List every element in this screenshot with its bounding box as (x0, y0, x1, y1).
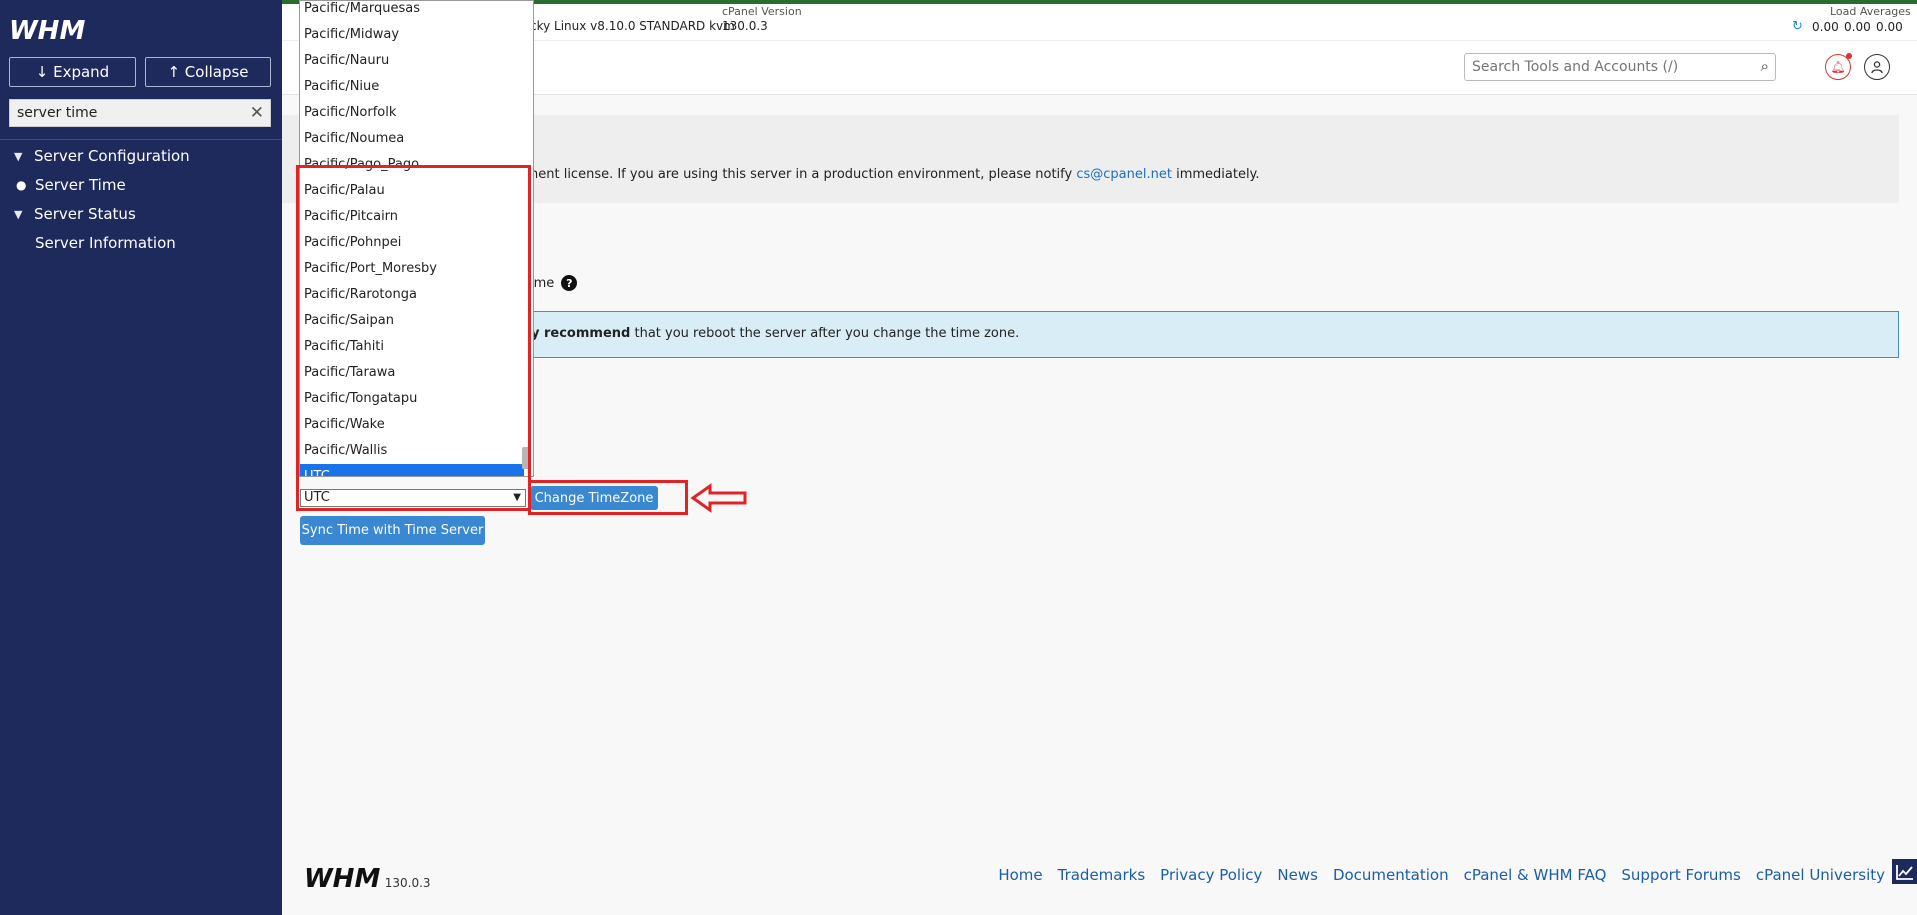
collapse-label: Collapse (184, 63, 249, 81)
footer-links: Home Trademarks Privacy Policy News Docu… (998, 866, 1885, 884)
load-average-5: 0.00 (1844, 20, 1871, 34)
load-average-15: 0.00 (1876, 20, 1903, 34)
footer-link-news[interactable]: News (1277, 866, 1318, 884)
timezone-option[interactable]: Pacific/Midway (300, 22, 524, 48)
timezone-option[interactable]: Pacific/Nauru (300, 48, 524, 74)
nav-label: Server Status (34, 205, 136, 223)
timezone-option[interactable]: Pacific/Marquesas (300, 1, 524, 22)
highlight-box-change-button (528, 480, 688, 515)
license-prefix: nent license. If you are using this serv… (530, 167, 1077, 182)
footer-link-support-forums[interactable]: Support Forums (1621, 866, 1740, 884)
footer-logo: WHM 130.0.3 (304, 864, 431, 894)
search-icon[interactable]: ⌕ (1761, 57, 1769, 75)
refresh-icon[interactable]: ↻ (1792, 19, 1803, 34)
user-menu-button[interactable] (1864, 54, 1890, 80)
bullet-icon: ● (16, 178, 27, 192)
notification-dot (1846, 53, 1852, 59)
license-text: nent license. If you are using this serv… (530, 167, 1260, 182)
bell-icon: 🔔︎ (1830, 60, 1846, 74)
arrow-down-icon: ↓ (35, 63, 54, 81)
chevron-down-icon: ▼ (14, 149, 23, 163)
nav-label: Server Information (35, 234, 176, 252)
timezone-option[interactable]: Pacific/Noumea (300, 126, 524, 152)
nav-group-server-status[interactable]: ▼ Server Status (14, 205, 136, 223)
nav-item-server-time[interactable]: ● Server Time (16, 176, 126, 194)
analytics-chart-icon[interactable] (1892, 859, 1917, 884)
tools-search-input[interactable] (1465, 54, 1749, 80)
arrow-up-icon: ↑ (167, 63, 185, 81)
chevron-down-icon: ▼ (14, 207, 23, 221)
footer-link-trademarks[interactable]: Trademarks (1058, 866, 1146, 884)
footer-link-cpanel-university[interactable]: cPanel University (1756, 866, 1885, 884)
help-icon[interactable]: ? (561, 275, 578, 291)
cpanel-version: 130.0.3 (722, 19, 768, 33)
timezone-heading: ime ? (530, 275, 578, 291)
info-bold-text: y recommend (531, 326, 631, 341)
sidebar-search: ✕ (9, 99, 271, 127)
timezone-option[interactable]: Pacific/Norfolk (300, 100, 524, 126)
load-averages-label: Load Averages (1830, 5, 1911, 18)
sidebar: WHM ↓ Expand ↑ Collapse ✕ ▼ Server Confi… (0, 0, 282, 915)
collapse-button[interactable]: ↑ Collapse (145, 57, 271, 87)
highlight-box-timezone-list (296, 165, 531, 511)
nav-label: Server Time (35, 176, 126, 194)
tools-search: ⌕ (1464, 53, 1776, 81)
cpanel-version-label: cPanel Version (722, 5, 802, 18)
load-average-1: 0.00 (1812, 20, 1839, 34)
logo-text: WHM (9, 16, 85, 44)
sync-time-button[interactable]: Sync Time with Time Server (300, 516, 485, 545)
footer-version: 130.0.3 (384, 876, 431, 890)
footer-link-faq[interactable]: cPanel & WHM FAQ (1464, 866, 1607, 884)
os-info: cky Linux v8.10.0 STANDARD kvm (530, 19, 735, 33)
user-icon (1871, 61, 1883, 74)
reboot-info-alert: y recommend that you reboot the server a… (530, 311, 1899, 358)
nav-label: Server Configuration (34, 147, 190, 165)
whm-logo[interactable]: WHM (9, 14, 95, 44)
info-text: that you reboot the server after you cha… (630, 326, 1020, 341)
footer-logo-text: WHM (304, 864, 381, 894)
sidebar-search-input[interactable] (10, 100, 244, 126)
sidebar-divider (0, 139, 282, 140)
expand-button[interactable]: ↓ Expand (9, 57, 136, 87)
footer-link-home[interactable]: Home (998, 866, 1042, 884)
support-email-link[interactable]: cs@cpanel.net (1076, 167, 1172, 182)
timezone-option[interactable]: Pacific/Niue (300, 74, 524, 100)
license-suffix: immediately. (1171, 167, 1260, 182)
clear-search-icon[interactable]: ✕ (250, 103, 264, 123)
highlight-arrow-icon (690, 483, 747, 513)
footer-link-documentation[interactable]: Documentation (1333, 866, 1449, 884)
footer-link-privacy-policy[interactable]: Privacy Policy (1160, 866, 1262, 884)
nav-item-server-information[interactable]: Server Information (35, 234, 176, 252)
expand-label: Expand (53, 63, 110, 81)
nav-group-server-configuration[interactable]: ▼ Server Configuration (14, 147, 190, 165)
